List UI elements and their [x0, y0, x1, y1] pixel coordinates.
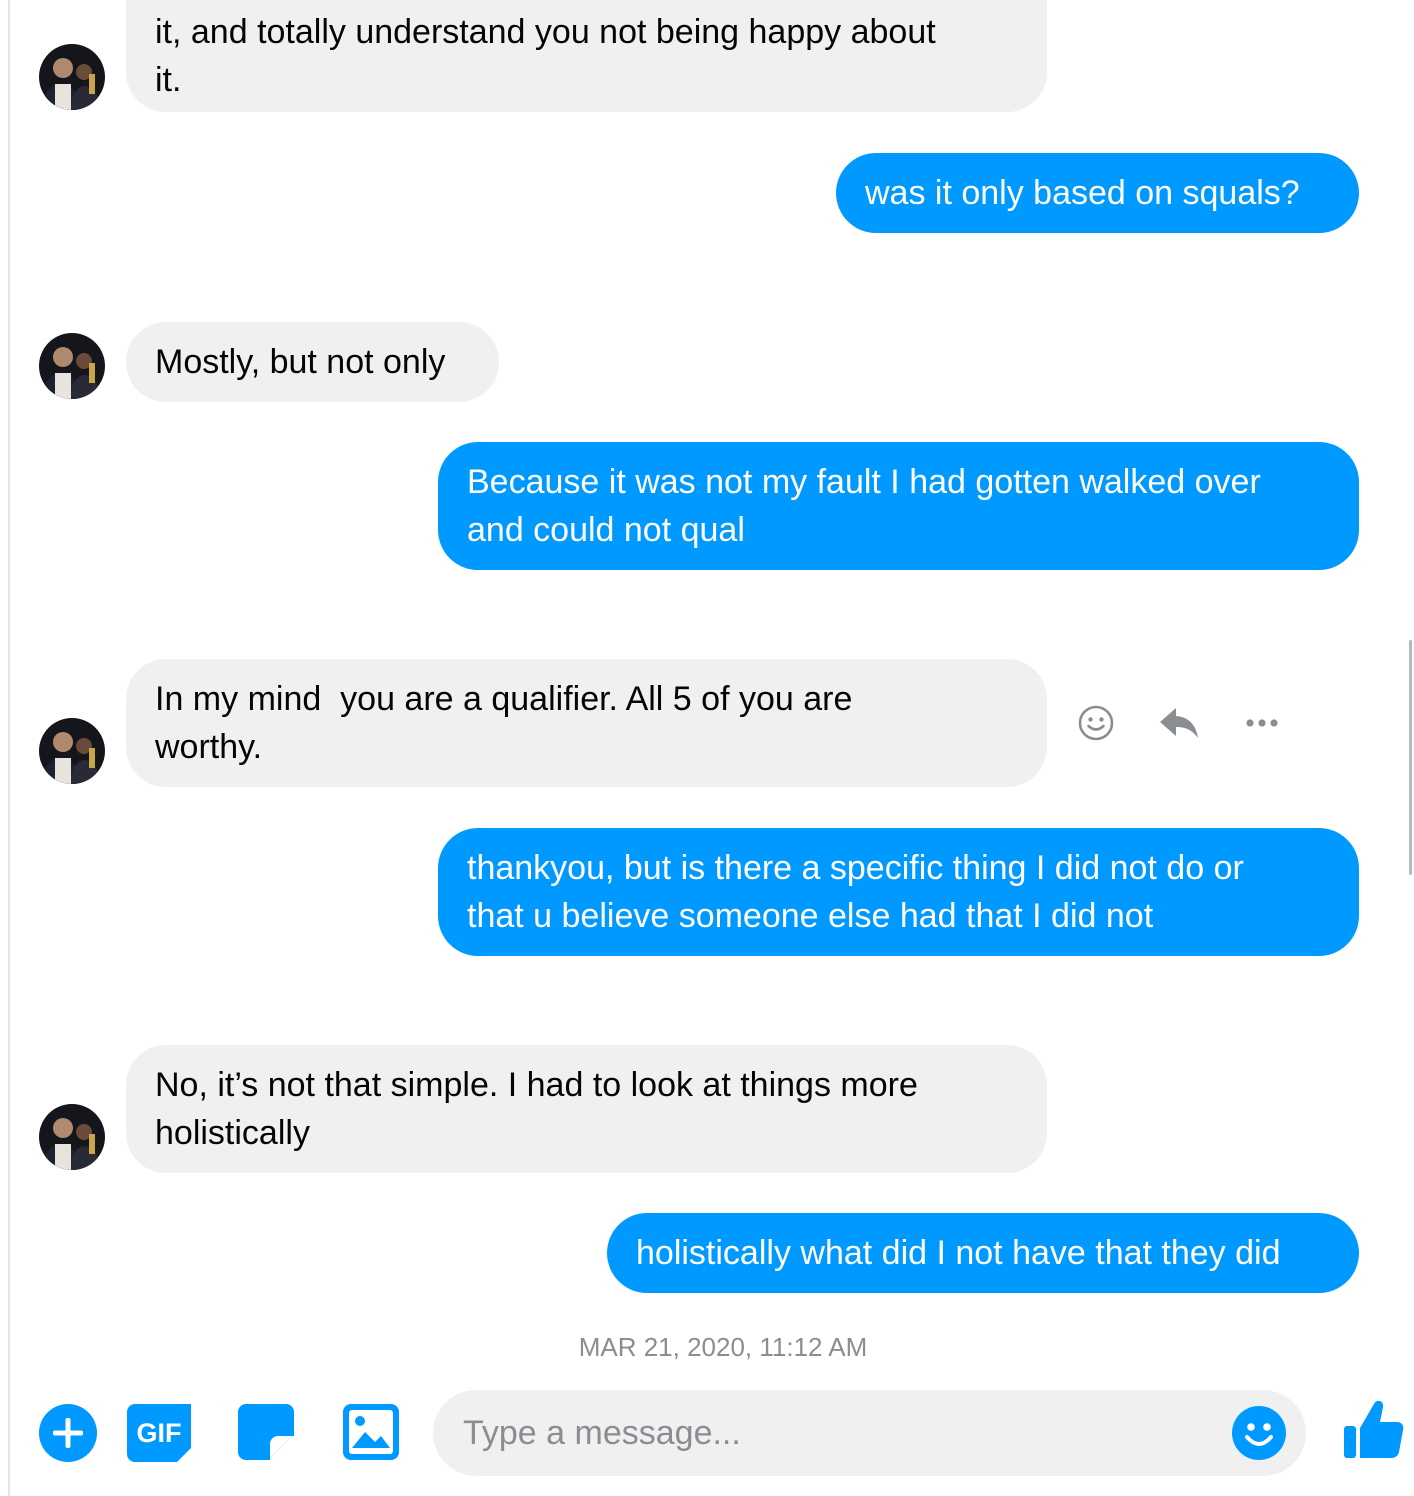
gif-label: GIF [136, 1418, 182, 1448]
incoming-message[interactable]: In my mind you are a qualifier. All 5 of… [126, 659, 1047, 787]
incoming-message[interactable]: it, and totally understand you not being… [126, 0, 1047, 112]
incoming-message[interactable]: Mostly, but not only [126, 322, 499, 402]
conversation-left-border [8, 0, 10, 1496]
contact-avatar[interactable] [39, 44, 105, 110]
message-input[interactable] [461, 1412, 1205, 1454]
message-timestamp: MAR 21, 2020, 11:12 AM [578, 1332, 868, 1362]
outgoing-message[interactable]: Because it was not my fault I had gotten… [438, 442, 1359, 570]
contact-avatar[interactable] [39, 333, 105, 399]
more-icon[interactable] [1244, 715, 1280, 731]
scrollbar[interactable] [1409, 640, 1412, 875]
contact-avatar[interactable] [39, 718, 105, 784]
react-icon[interactable] [1077, 704, 1115, 742]
contact-avatar[interactable] [39, 1104, 105, 1170]
thumbs-up-icon[interactable] [1344, 1396, 1404, 1460]
message-input-container[interactable] [433, 1390, 1306, 1476]
emoji-icon[interactable] [1232, 1406, 1286, 1460]
outgoing-message[interactable]: was it only based on squals? [836, 153, 1359, 233]
outgoing-message[interactable]: thankyou, but is there a specific thing … [438, 828, 1359, 956]
sticker-icon[interactable] [238, 1404, 294, 1460]
message-actions [1074, 700, 1294, 746]
reply-icon[interactable] [1158, 706, 1200, 740]
plus-icon[interactable] [39, 1404, 97, 1462]
photo-icon[interactable] [343, 1404, 399, 1460]
outgoing-message[interactable]: holistically what did I not have that th… [607, 1213, 1359, 1293]
incoming-message[interactable]: No, it’s not that simple. I had to look … [126, 1045, 1047, 1173]
gif-button[interactable]: GIF [127, 1404, 191, 1462]
